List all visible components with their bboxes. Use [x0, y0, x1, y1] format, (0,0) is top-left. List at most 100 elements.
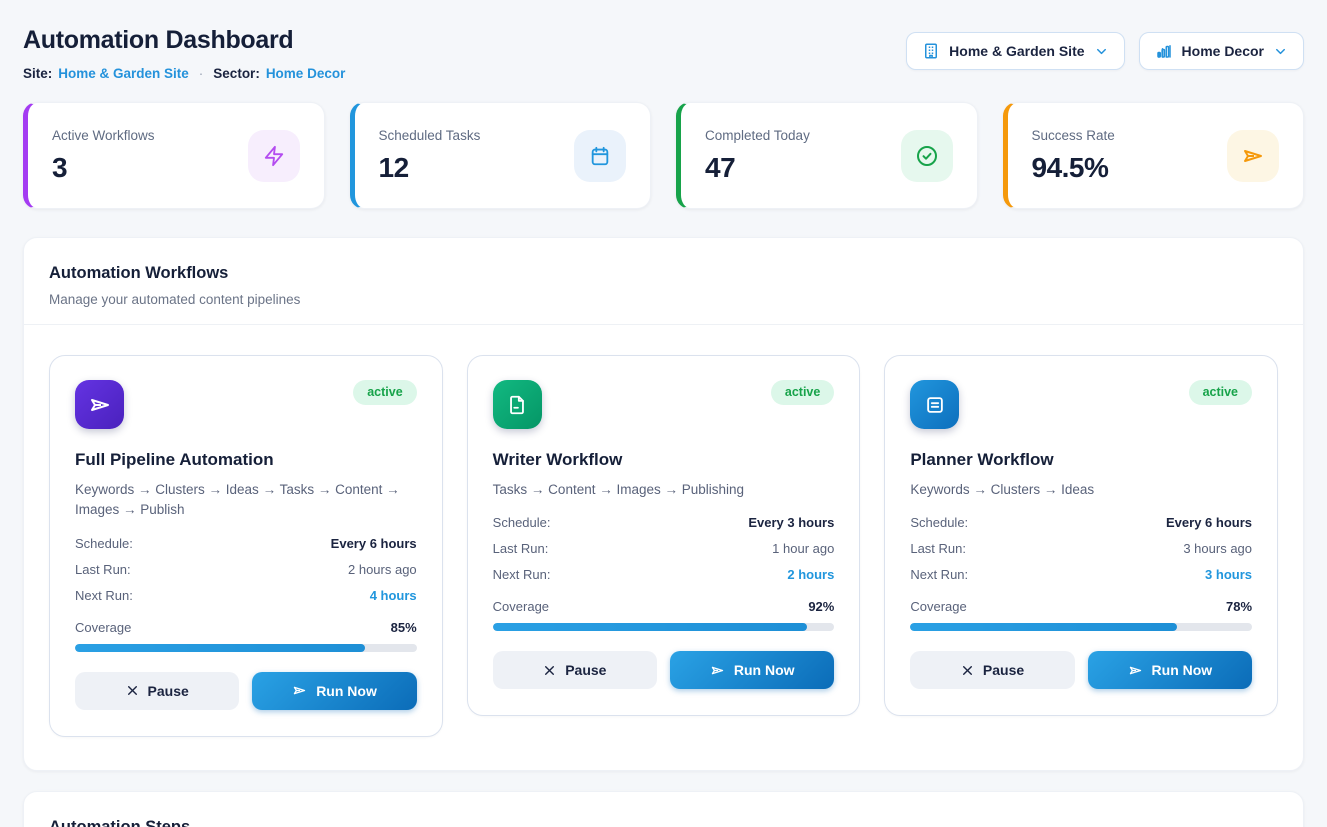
run-now-button[interactable]: Run Now	[670, 651, 834, 689]
status-badge: active	[771, 380, 834, 405]
next-run-label: Next Run:	[493, 567, 551, 582]
coverage-progress-fill	[75, 644, 365, 652]
last-run-label: Last Run:	[910, 541, 966, 556]
coverage-value: 85%	[391, 620, 417, 635]
last-run-label: Last Run:	[75, 562, 131, 577]
card-buttons: Pause Run Now	[493, 651, 835, 689]
coverage-block: Coverage 92%	[493, 599, 835, 631]
page-header: Automation Dashboard Site: Home & Garden…	[23, 26, 1304, 81]
coverage-label: Coverage	[493, 599, 549, 614]
workflow-cards-row: active Full Pipeline Automation Keywords…	[24, 325, 1303, 770]
workflow-pipeline: Keywords → Clusters → Ideas → Tasks → Co…	[75, 480, 417, 521]
workflow-title: Writer Workflow	[493, 450, 835, 470]
coverage-block: Coverage 85%	[75, 620, 417, 652]
next-run-value: 4 hours	[370, 588, 417, 603]
stat-label: Active Workflows	[52, 128, 155, 143]
coverage-value: 92%	[808, 599, 834, 614]
bar-chart-icon	[1155, 42, 1173, 60]
card-buttons: Pause Run Now	[75, 672, 417, 710]
workflow-meta: Schedule: Every 6 hours Last Run: 3 hour…	[910, 515, 1252, 582]
steps-section-header: Automation Steps Configure which steps a…	[24, 792, 1303, 827]
schedule-label: Schedule:	[493, 515, 551, 530]
stat-label: Completed Today	[705, 128, 810, 143]
last-run-label: Last Run:	[493, 541, 549, 556]
schedule-value: Every 6 hours	[1166, 515, 1252, 530]
last-run-value: 3 hours ago	[1183, 541, 1252, 556]
next-run-label: Next Run:	[910, 567, 968, 582]
coverage-row: Coverage 85%	[75, 620, 417, 635]
next-run-row: Next Run: 3 hours	[910, 567, 1252, 582]
run-now-button[interactable]: Run Now	[1088, 651, 1252, 689]
coverage-label: Coverage	[75, 620, 131, 635]
pause-button-label: Pause	[565, 662, 606, 678]
site-selector[interactable]: Home & Garden Site	[906, 32, 1124, 70]
send-icon	[710, 663, 725, 678]
next-run-label: Next Run:	[75, 588, 133, 603]
card-top-row: active	[910, 380, 1252, 429]
sector-selector[interactable]: Home Decor	[1139, 32, 1304, 70]
status-badge: active	[1189, 380, 1252, 405]
site-selector-label: Home & Garden Site	[949, 43, 1084, 59]
stat-text: Success Rate 94.5%	[1032, 128, 1115, 184]
schedule-label: Schedule:	[910, 515, 968, 530]
schedule-value: Every 3 hours	[748, 515, 834, 530]
send-icon	[1227, 130, 1279, 182]
workflow-card-planner: active Planner Workflow Keywords → Clust…	[884, 355, 1278, 716]
coverage-progress-fill	[493, 623, 807, 631]
run-now-button[interactable]: Run Now	[252, 672, 416, 710]
pause-button[interactable]: Pause	[910, 651, 1074, 689]
header-controls: Home & Garden Site Home Decor	[906, 32, 1304, 70]
building-icon	[922, 42, 940, 60]
list-icon	[910, 380, 959, 429]
sector-link[interactable]: Home Decor	[266, 66, 346, 81]
run-now-button-label: Run Now	[316, 683, 377, 699]
next-run-row: Next Run: 4 hours	[75, 588, 417, 603]
coverage-progress-fill	[910, 623, 1177, 631]
section-title: Automation Steps	[49, 818, 1278, 827]
sector-selector-label: Home Decor	[1182, 43, 1264, 59]
workflow-pipeline: Keywords → Clusters → Ideas	[910, 480, 1252, 500]
schedule-label: Schedule:	[75, 536, 133, 551]
schedule-row: Schedule: Every 6 hours	[910, 515, 1252, 530]
status-badge: active	[353, 380, 416, 405]
send-icon	[75, 380, 124, 429]
send-icon	[1128, 663, 1143, 678]
workflow-meta: Schedule: Every 3 hours Last Run: 1 hour…	[493, 515, 835, 582]
site-label: Site:	[23, 66, 52, 81]
zap-icon	[248, 130, 300, 182]
stat-card-success-rate: Success Rate 94.5%	[1003, 102, 1305, 209]
last-run-row: Last Run: 1 hour ago	[493, 541, 835, 556]
last-run-value: 2 hours ago	[348, 562, 417, 577]
card-top-row: active	[493, 380, 835, 429]
next-run-value: 3 hours	[1205, 567, 1252, 582]
automation-dashboard-page: Automation Dashboard Site: Home & Garden…	[0, 0, 1327, 827]
site-link[interactable]: Home & Garden Site	[58, 66, 189, 81]
header-left: Automation Dashboard Site: Home & Garden…	[23, 26, 345, 81]
workflows-section: Automation Workflows Manage your automat…	[23, 237, 1304, 771]
x-icon	[961, 664, 974, 677]
coverage-progress-track	[910, 623, 1252, 631]
calendar-icon	[574, 130, 626, 182]
stat-card-completed-today: Completed Today 47	[676, 102, 978, 209]
next-run-value: 2 hours	[787, 567, 834, 582]
coverage-label: Coverage	[910, 599, 966, 614]
pause-button[interactable]: Pause	[75, 672, 239, 710]
stats-row: Active Workflows 3 Scheduled Tasks 12 Co…	[23, 102, 1304, 209]
workflow-meta: Schedule: Every 6 hours Last Run: 2 hour…	[75, 536, 417, 603]
card-top-row: active	[75, 380, 417, 429]
x-icon	[126, 684, 139, 697]
coverage-row: Coverage 78%	[910, 599, 1252, 614]
stat-card-scheduled-tasks: Scheduled Tasks 12	[350, 102, 652, 209]
workflow-card-full-pipeline: active Full Pipeline Automation Keywords…	[49, 355, 443, 737]
pause-button[interactable]: Pause	[493, 651, 657, 689]
separator-dot: ·	[199, 66, 204, 81]
workflow-title: Full Pipeline Automation	[75, 450, 417, 470]
coverage-value: 78%	[1226, 599, 1252, 614]
last-run-row: Last Run: 2 hours ago	[75, 562, 417, 577]
check-circle-icon	[901, 130, 953, 182]
workflow-card-writer: active Writer Workflow Tasks → Content →…	[467, 355, 861, 716]
stat-text: Scheduled Tasks 12	[379, 128, 481, 184]
workflows-section-header: Automation Workflows Manage your automat…	[24, 238, 1303, 325]
breadcrumb: Site: Home & Garden Site · Sector: Home …	[23, 66, 345, 81]
stat-value: 47	[705, 152, 810, 184]
